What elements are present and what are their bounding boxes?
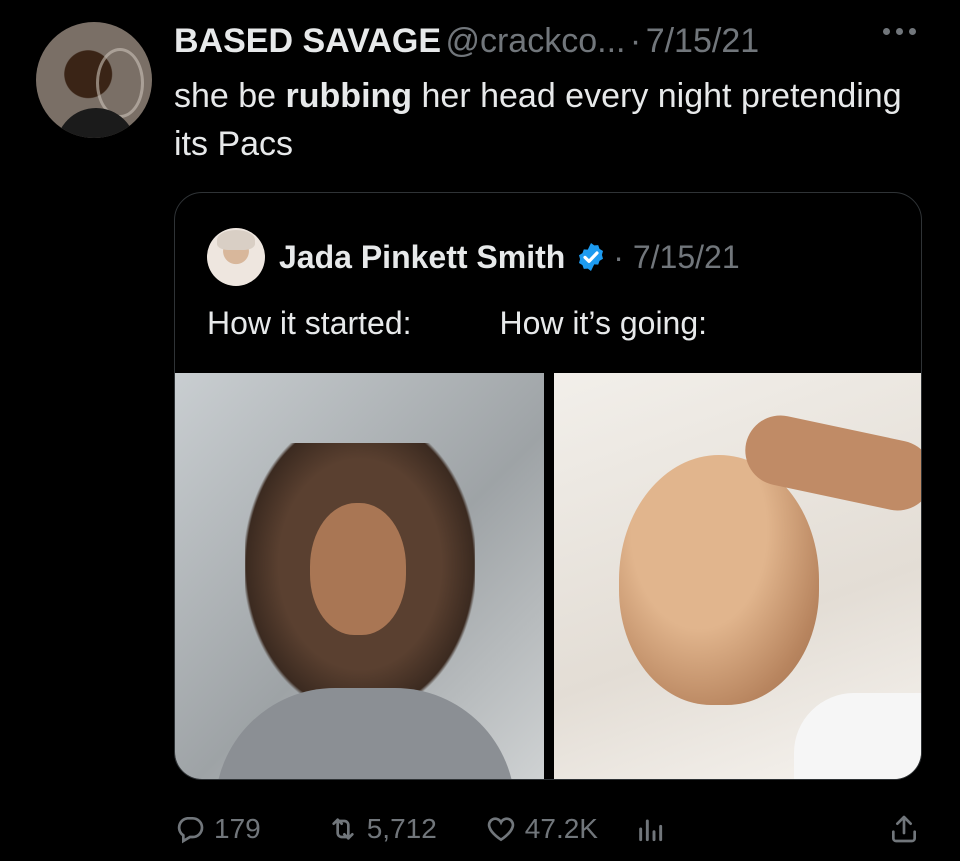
tweet-text-before: she be [174,77,286,115]
author-name[interactable]: BASED SAVAGE [174,22,441,60]
photo-right-shirt-shape [794,693,921,779]
views-icon [639,819,663,842]
verified-icon [579,243,604,271]
like-icon [487,817,515,842]
share-button[interactable] [888,813,920,845]
tweet-actions: 179 5,712 47.2K [174,806,934,852]
tweet-header: BASED SAVAGE @crackco... · 7/15/21 [174,22,934,66]
photo-right[interactable] [554,373,921,779]
quoted-author-name[interactable]: Jada Pinkett Smith [279,239,565,276]
quoted-text-right: How it’s going: [499,305,708,341]
reply-icon [177,817,204,844]
header-separator: · [629,22,642,60]
quoted-tweet-header: Jada Pinkett Smith · 7/15/21 [207,228,740,286]
quoted-date[interactable]: · 7/15/21 [613,239,739,276]
quoted-author-avatar[interactable] [207,228,265,286]
retweet-icon [332,818,354,840]
quoted-tweet-text: How it started: How it’s going: [207,305,707,342]
photo-left-face-shape [310,503,406,635]
photo-divider [544,373,554,779]
quoted-text-left: How it started: [207,305,412,341]
quoted-tweet-card[interactable]: Jada Pinkett Smith · 7/15/21 How it star… [174,192,922,780]
tweet-text: she be rubbing her head every night pret… [174,72,914,168]
like-count: 47.2K [524,813,598,844]
retweet-button[interactable]: 5,712 [327,813,437,845]
views-button[interactable] [634,813,666,845]
tweet-date[interactable]: 7/15/21 [646,22,759,60]
author-avatar[interactable] [36,22,152,138]
photo-left[interactable] [175,373,544,779]
retweet-count: 5,712 [366,813,437,844]
more-icon[interactable] [883,28,916,35]
reply-count: 179 [214,813,261,844]
photo-right-head-shape [619,455,819,705]
avatar-halo-shape [96,48,144,118]
share-icon [892,815,916,843]
quoted-date-value[interactable]: 7/15/21 [633,239,740,275]
tweet-text-bold: rubbing [285,77,413,115]
reply-button[interactable]: 179 [174,813,261,845]
author-handle[interactable]: @crackco... [445,22,625,60]
like-button[interactable]: 47.2K [485,813,598,845]
quoted-tweet-photos [175,373,921,779]
quoted-separator: · [613,238,624,275]
